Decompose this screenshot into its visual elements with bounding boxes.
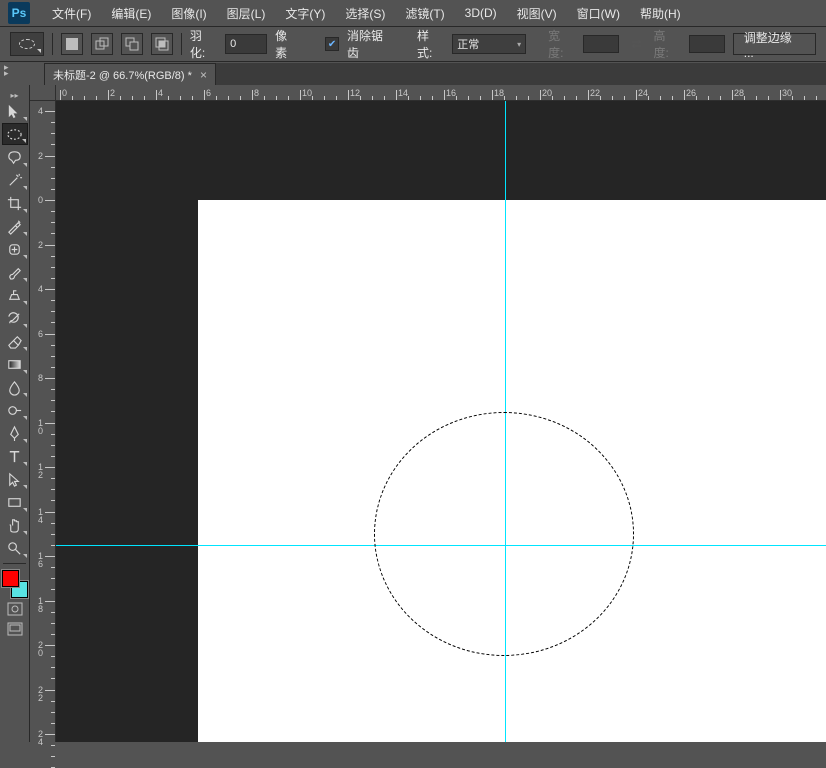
lasso-tool[interactable] (2, 146, 28, 168)
toolbox-handle[interactable]: ▸▸ (0, 91, 29, 99)
feather-input[interactable]: 0 (225, 34, 267, 54)
quickmask-button[interactable] (4, 600, 26, 618)
clone-stamp-tool[interactable] (2, 284, 28, 306)
gradient-tool[interactable] (2, 353, 28, 375)
width-label: 宽度: (548, 27, 575, 61)
ellipse-icon (19, 39, 35, 49)
menu-view[interactable]: 视图(V) (507, 1, 567, 26)
height-label: 高度: (653, 27, 680, 61)
menubar: Ps 文件(F) 编辑(E) 图像(I) 图层(L) 文字(Y) 选择(S) 滤… (0, 0, 826, 26)
ruler-vertical[interactable]: 42024681012141618202224 (30, 85, 56, 742)
menu-3d[interactable]: 3D(D) (455, 2, 507, 24)
magic-wand-tool[interactable] (2, 169, 28, 191)
selection-subtract-button[interactable] (121, 33, 143, 55)
document-tab-title: 未标题-2 @ 66.7%(RGB/8) * (53, 67, 192, 83)
eyedropper-tool[interactable] (2, 215, 28, 237)
document-tabbar: 未标题-2 @ 66.7%(RGB/8) * × (44, 63, 826, 85)
blur-tool[interactable] (2, 376, 28, 398)
crop-tool[interactable] (2, 192, 28, 214)
selection-intersect-button[interactable] (151, 33, 173, 55)
selection-add-button[interactable] (91, 33, 113, 55)
refine-edge-button[interactable]: 调整边缘 ... (733, 33, 816, 55)
menu-help[interactable]: 帮助(H) (630, 1, 691, 26)
healing-brush-tool[interactable] (2, 238, 28, 260)
history-brush-tool[interactable] (2, 307, 28, 329)
document-tab[interactable]: 未标题-2 @ 66.7%(RGB/8) * × (44, 63, 216, 85)
style-label: 样式: (417, 27, 444, 61)
swap-wh-button[interactable]: ⇄ (627, 37, 645, 51)
tool-preset-picker[interactable] (10, 32, 44, 56)
brush-tool[interactable] (2, 261, 28, 283)
style-value: 正常 (457, 36, 479, 52)
foreground-color-swatch[interactable] (2, 570, 19, 587)
antialias-checkbox[interactable]: ✔ (325, 37, 339, 51)
app-logo: Ps (8, 2, 30, 24)
ruler-origin[interactable] (30, 85, 56, 101)
zoom-tool[interactable] (2, 537, 28, 559)
hand-tool[interactable] (2, 514, 28, 536)
height-readout (689, 35, 725, 53)
ruler-horizontal[interactable]: 02468101214161820222426283032 (56, 85, 826, 101)
toolbox: ▸▸ (0, 85, 30, 742)
expand-options-icon[interactable]: ▸▸ (4, 64, 9, 76)
feather-unit: 像素 (275, 27, 299, 61)
pen-tool[interactable] (2, 422, 28, 444)
menu-type[interactable]: 文字(Y) (275, 1, 335, 26)
canvas-area[interactable] (56, 101, 826, 742)
rectangle-tool[interactable] (2, 491, 28, 513)
elliptical-marquee-tool[interactable] (2, 123, 28, 145)
eraser-tool[interactable] (2, 330, 28, 352)
menu-select[interactable]: 选择(S) (335, 1, 395, 26)
screenmode-button[interactable] (4, 620, 26, 638)
color-swatches[interactable] (2, 570, 28, 598)
path-selection-tool[interactable] (2, 468, 28, 490)
dodge-tool[interactable] (2, 399, 28, 421)
menu-filter[interactable]: 滤镜(T) (395, 1, 454, 26)
close-icon[interactable]: × (200, 68, 207, 82)
chevron-down-icon: ▾ (517, 40, 521, 49)
width-readout (583, 35, 619, 53)
type-tool[interactable] (2, 445, 28, 467)
selection-new-button[interactable] (61, 33, 83, 55)
options-bar: 羽化: 0 像素 ✔ 消除锯齿 样式: 正常 ▾ 宽度: ⇄ 高度: 调整边缘 … (0, 26, 826, 62)
marquee-selection[interactable] (374, 412, 634, 656)
menu-layer[interactable]: 图层(L) (217, 1, 276, 26)
style-select[interactable]: 正常 ▾ (452, 34, 526, 54)
menu-window[interactable]: 窗口(W) (567, 1, 630, 26)
feather-label: 羽化: (190, 27, 217, 61)
menu-edit[interactable]: 编辑(E) (101, 1, 161, 26)
move-tool[interactable] (2, 100, 28, 122)
antialias-label: 消除锯齿 (347, 27, 395, 61)
menu-image[interactable]: 图像(I) (161, 1, 216, 26)
menu-file[interactable]: 文件(F) (42, 1, 101, 26)
